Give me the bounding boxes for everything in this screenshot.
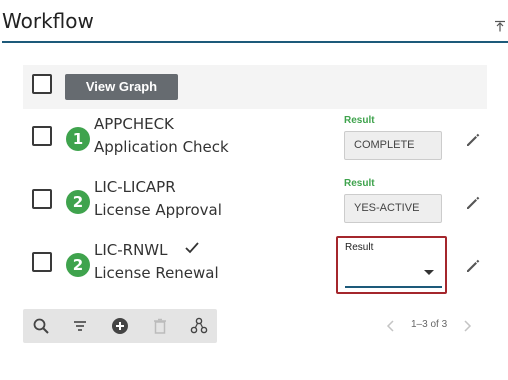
result-label: Result	[344, 178, 375, 189]
delete-icon[interactable]	[151, 317, 169, 335]
row-checkbox[interactable]	[32, 189, 52, 209]
chevron-left-icon[interactable]	[384, 318, 398, 334]
task-code: LIC-RNWL	[94, 241, 168, 259]
task-code: LIC-LICAPR	[94, 178, 176, 196]
panel-title: Workflow	[2, 9, 94, 33]
result-label: Result	[345, 242, 374, 253]
task-name: License Renewal	[94, 264, 219, 282]
filter-icon[interactable]	[71, 317, 89, 335]
step-badge: 2	[66, 253, 90, 277]
task-name: License Approval	[94, 201, 222, 219]
result-dropdown-container: Result	[336, 236, 447, 294]
view-graph-button[interactable]: View Graph	[65, 74, 178, 100]
collapse-icon[interactable]	[494, 20, 506, 32]
task-name: Application Check	[94, 138, 229, 156]
step-badge: 2	[66, 190, 90, 214]
result-field: COMPLETE	[344, 131, 442, 160]
caret-down-icon	[424, 270, 434, 275]
search-icon[interactable]	[32, 317, 50, 335]
workflow-toolbar: View Graph	[23, 65, 487, 109]
add-circle-icon[interactable]	[111, 317, 129, 335]
pencil-icon[interactable]	[464, 257, 482, 275]
workflow-row: 2 LIC-RNWL License Renewal Result	[23, 235, 487, 295]
result-field: YES-ACTIVE	[344, 194, 442, 223]
select-all-checkbox[interactable]	[32, 74, 52, 94]
header-divider	[2, 41, 508, 43]
pencil-icon[interactable]	[464, 131, 482, 149]
pencil-icon[interactable]	[464, 194, 482, 212]
step-badge: 1	[66, 127, 90, 151]
pagination-range: 1–3 of 3	[411, 319, 448, 330]
task-code: APPCHECK	[94, 115, 174, 133]
checkmark-icon	[185, 242, 199, 254]
workflow-icon[interactable]	[190, 317, 208, 335]
workflow-row: 1 APPCHECK Application Check Result COMP…	[23, 109, 487, 169]
result-dropdown[interactable]	[345, 258, 442, 288]
row-checkbox[interactable]	[32, 252, 52, 272]
row-checkbox[interactable]	[32, 126, 52, 146]
workflow-row: 2 LIC-LICAPR License Approval Result YES…	[23, 172, 487, 232]
panel-header: Workflow	[0, 0, 508, 43]
bottom-toolbar	[23, 309, 217, 343]
chevron-right-icon[interactable]	[460, 318, 474, 334]
result-label: Result	[344, 115, 375, 126]
